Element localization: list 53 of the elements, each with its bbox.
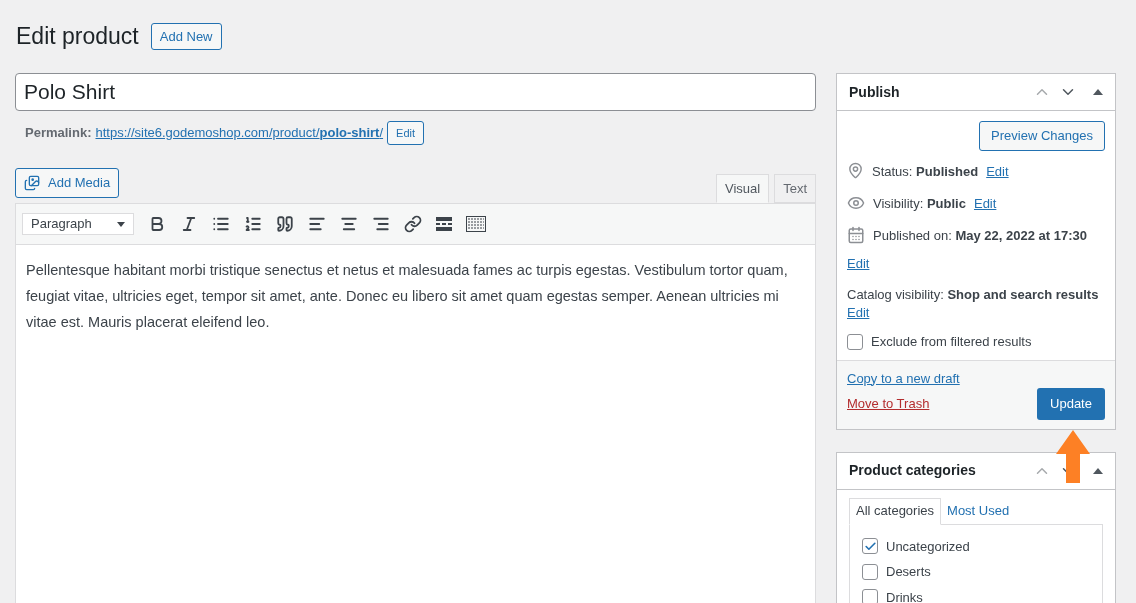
edit-link[interactable]: Edit [973, 194, 997, 214]
edit-link[interactable]: Edit [847, 304, 870, 322]
quote-icon[interactable] [276, 215, 294, 233]
category-tab[interactable]: Most Used [941, 497, 1016, 525]
category-checkbox[interactable] [862, 563, 878, 580]
editor-content[interactable]: Pellentesque habitant morbi tristique senectus et netus et malesuada fames ac turpis egestas. Vestibulum tortor quam, feugiat vitae, ultricies eget, tempor sit amet, ante. Donec eu libero sit amet quam egestas semper. Aenean ultricies mi vitae est. Mauris placerat eleifend leo. [16, 245, 815, 603]
align-center-icon[interactable] [340, 215, 358, 233]
editor-tab[interactable]: Visual [715, 174, 770, 203]
link-icon[interactable] [404, 215, 422, 233]
edit-permalink-button[interactable]: Edit [387, 121, 425, 145]
numbered-list-icon[interactable] [244, 215, 262, 233]
category-label: Uncategorized [886, 537, 970, 556]
collapse-icon[interactable] [1093, 467, 1103, 474]
read-more-icon[interactable] [436, 217, 452, 231]
caret-icon [117, 221, 125, 227]
preview-changes-button[interactable]: Preview Changes [979, 121, 1105, 151]
category-tab[interactable]: All categories [849, 497, 942, 525]
pin-icon [847, 162, 864, 179]
media-icon [24, 175, 40, 191]
trash-link[interactable]: Move to Trash [847, 394, 960, 414]
checkbox-label: Exclude from filtered results [871, 333, 1032, 351]
editor-tab[interactable]: Text [774, 174, 816, 203]
update-button[interactable]: Update [1037, 387, 1105, 420]
bullet-list-icon[interactable] [212, 215, 230, 233]
italic-icon[interactable] [180, 215, 198, 233]
panel-title: Publish [849, 82, 901, 102]
eye-icon [847, 194, 865, 212]
category-checkbox[interactable] [862, 538, 878, 555]
exclude-checkbox[interactable] [847, 333, 863, 350]
edit-link[interactable]: Edit [986, 162, 1009, 182]
add-new-button[interactable]: Add New [150, 23, 222, 50]
publish-info: Catalog visibility: Shop and search results [847, 286, 1099, 304]
align-left-icon[interactable] [308, 215, 326, 233]
permalink-link[interactable]: https://site6.godemoshop.com/product/polo-shirt/ [95, 123, 384, 143]
panel-title: Product categories [849, 461, 977, 480]
publish-info: Published on: May 22, 2022 at 17:30 [873, 227, 1087, 245]
page-title: Edit product [16, 22, 139, 52]
toolbar-toggle-icon[interactable] [466, 216, 486, 232]
copy-draft-link[interactable]: Copy to a new draft [847, 368, 960, 388]
category-label: Drinks [886, 588, 923, 603]
calendar-icon [847, 226, 865, 244]
collapse-icon[interactable] [1093, 89, 1103, 95]
category-checkbox[interactable] [862, 589, 878, 603]
format-select[interactable]: Paragraph [22, 213, 134, 235]
edit-link[interactable]: Edit [847, 254, 870, 274]
permalink-label: Permalink: [25, 124, 92, 143]
annotation-arrow-overlay [1056, 430, 1090, 483]
align-right-icon[interactable] [372, 215, 390, 233]
category-label: Deserts [886, 563, 931, 581]
add-media-button[interactable]: Add Media [15, 168, 120, 198]
title-field[interactable]: Polo Shirt [15, 73, 816, 111]
publish-info: Visibility: Public [873, 195, 966, 213]
publish-info: Status: Published [872, 163, 979, 181]
